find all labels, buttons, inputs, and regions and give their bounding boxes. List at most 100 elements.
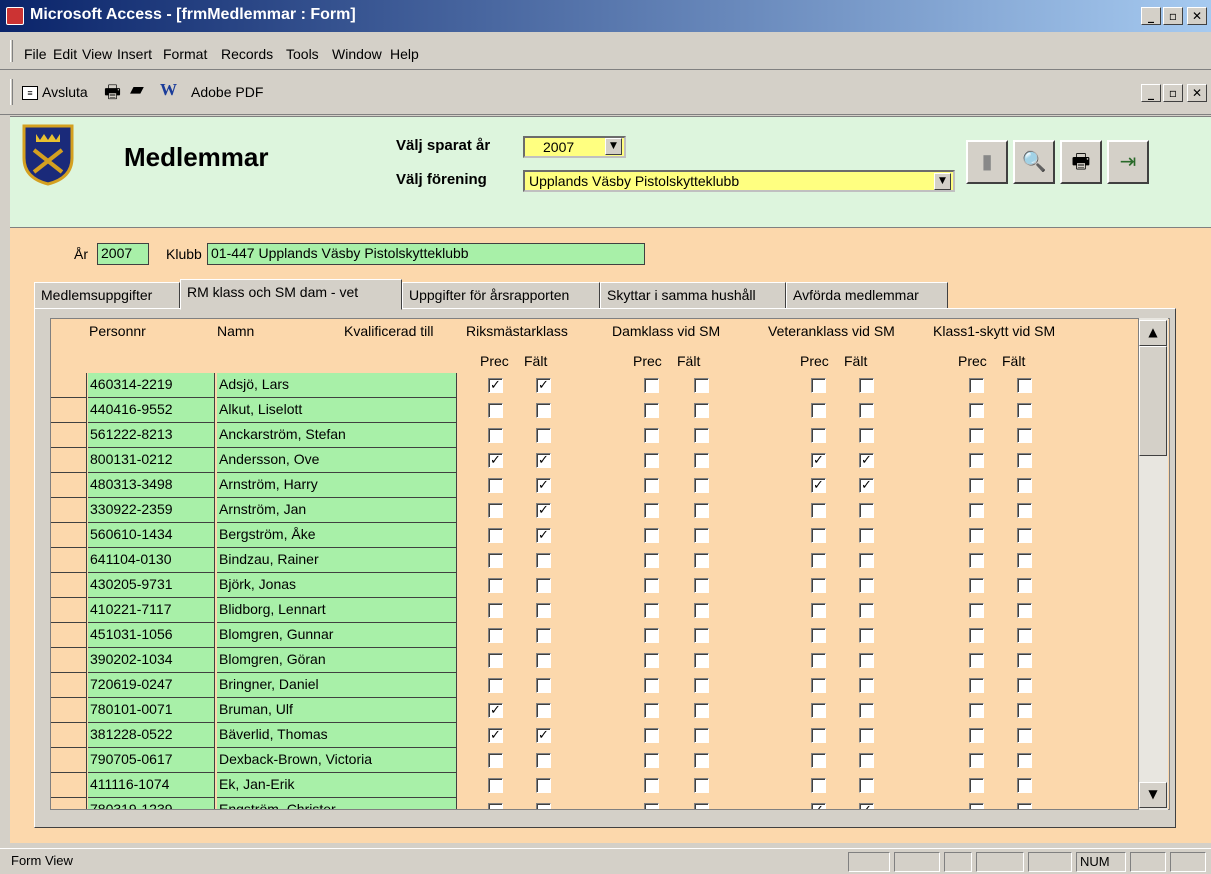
checkbox[interactable] xyxy=(644,803,659,809)
checkbox[interactable] xyxy=(811,428,826,443)
record-selector[interactable] xyxy=(51,598,87,623)
checkbox[interactable]: ✓ xyxy=(536,728,551,743)
checkbox[interactable] xyxy=(644,553,659,568)
checkbox[interactable] xyxy=(644,378,659,393)
menu-records[interactable]: Records xyxy=(221,46,273,62)
checkbox[interactable] xyxy=(969,628,984,643)
checkbox[interactable]: ✓ xyxy=(811,803,826,809)
checkbox[interactable] xyxy=(969,453,984,468)
checkbox[interactable] xyxy=(1017,603,1032,618)
record-selector[interactable] xyxy=(51,648,87,673)
checkbox[interactable] xyxy=(694,378,709,393)
checkbox[interactable] xyxy=(536,703,551,718)
checkbox[interactable] xyxy=(694,653,709,668)
checkbox[interactable]: ✓ xyxy=(811,478,826,493)
cell-namn[interactable]: Alkut, Liselott xyxy=(217,398,457,423)
doc-close-icon[interactable]: ✕ xyxy=(1187,84,1207,102)
checkbox[interactable] xyxy=(859,753,874,768)
checkbox[interactable] xyxy=(811,628,826,643)
record-selector[interactable] xyxy=(51,398,87,423)
print-preview-icon[interactable]: 🔍 xyxy=(1013,140,1055,184)
checkbox[interactable]: ✓ xyxy=(536,378,551,393)
cell-personnr[interactable]: 560610-1434 xyxy=(88,523,215,548)
checkbox[interactable] xyxy=(488,403,503,418)
cell-personnr[interactable]: 430205-9731 xyxy=(88,573,215,598)
checkbox[interactable] xyxy=(488,478,503,493)
checkbox[interactable] xyxy=(1017,728,1032,743)
menu-format[interactable]: Format xyxy=(163,46,207,62)
checkbox[interactable] xyxy=(644,403,659,418)
checkbox[interactable] xyxy=(644,703,659,718)
checkbox[interactable] xyxy=(1017,378,1032,393)
cell-personnr[interactable]: 720619-0247 xyxy=(88,673,215,698)
tab-rm-klass[interactable]: RM klass och SM dam - vet xyxy=(180,279,402,310)
record-selector[interactable] xyxy=(51,523,87,548)
cell-namn[interactable]: Blomgren, Gunnar xyxy=(217,623,457,648)
record-selector[interactable] xyxy=(51,748,87,773)
checkbox[interactable] xyxy=(694,403,709,418)
checkbox[interactable] xyxy=(1017,678,1032,693)
checkbox[interactable]: ✓ xyxy=(859,803,874,809)
checkbox[interactable] xyxy=(1017,553,1032,568)
checkbox[interactable] xyxy=(694,553,709,568)
cell-namn[interactable]: Ek, Jan-Erik xyxy=(217,773,457,798)
cell-personnr[interactable]: 440416-9552 xyxy=(88,398,215,423)
checkbox[interactable] xyxy=(536,778,551,793)
checkbox[interactable] xyxy=(1017,703,1032,718)
checkbox[interactable] xyxy=(969,503,984,518)
cell-namn[interactable]: Adsjö, Lars xyxy=(217,373,457,398)
checkbox[interactable] xyxy=(859,728,874,743)
checkbox[interactable] xyxy=(488,528,503,543)
record-selector[interactable] xyxy=(51,773,87,798)
checkbox[interactable]: ✓ xyxy=(536,528,551,543)
detail-club-field[interactable]: 01-447 Upplands Väsby Pistolskytteklubb xyxy=(207,243,645,265)
checkbox[interactable] xyxy=(644,478,659,493)
checkbox[interactable] xyxy=(859,428,874,443)
cell-namn[interactable]: Bäverlid, Thomas xyxy=(217,723,457,748)
checkbox[interactable]: ✓ xyxy=(536,453,551,468)
record-selector[interactable] xyxy=(51,423,87,448)
checkbox[interactable] xyxy=(488,603,503,618)
checkbox[interactable] xyxy=(488,753,503,768)
cell-namn[interactable]: Arnström, Harry xyxy=(217,473,457,498)
avsluta-button[interactable]: Avsluta xyxy=(42,84,88,100)
checkbox[interactable] xyxy=(488,628,503,643)
checkbox[interactable] xyxy=(859,378,874,393)
checkbox[interactable] xyxy=(694,528,709,543)
checkbox[interactable] xyxy=(694,603,709,618)
menu-file[interactable]: File xyxy=(24,46,47,62)
checkbox[interactable] xyxy=(1017,578,1032,593)
checkbox[interactable]: ✓ xyxy=(811,453,826,468)
checkbox[interactable] xyxy=(811,403,826,418)
record-selector[interactable] xyxy=(51,723,87,748)
record-selector[interactable] xyxy=(51,623,87,648)
checkbox[interactable] xyxy=(536,428,551,443)
checkbox[interactable] xyxy=(488,778,503,793)
checkbox[interactable] xyxy=(694,478,709,493)
save-disabled-icon[interactable]: ▮ xyxy=(966,140,1008,184)
checkbox[interactable] xyxy=(1017,478,1032,493)
checkbox[interactable] xyxy=(859,778,874,793)
checkbox[interactable] xyxy=(694,753,709,768)
checkbox[interactable]: ✓ xyxy=(536,478,551,493)
cell-personnr[interactable]: 561222-8213 xyxy=(88,423,215,448)
doc-minimize-icon[interactable]: _ xyxy=(1141,84,1161,102)
word-icon[interactable]: W xyxy=(160,80,177,100)
checkbox[interactable] xyxy=(1017,778,1032,793)
checkbox[interactable] xyxy=(1017,803,1032,809)
checkbox[interactable] xyxy=(694,428,709,443)
checkbox[interactable] xyxy=(969,728,984,743)
checkbox[interactable] xyxy=(644,628,659,643)
record-selector[interactable] xyxy=(51,373,87,398)
checkbox[interactable]: ✓ xyxy=(488,378,503,393)
cell-personnr[interactable]: 411116-1074 xyxy=(88,773,215,798)
checkbox[interactable] xyxy=(536,653,551,668)
checkbox[interactable] xyxy=(859,403,874,418)
cell-personnr[interactable]: 381228-0522 xyxy=(88,723,215,748)
checkbox[interactable] xyxy=(859,503,874,518)
checkbox[interactable] xyxy=(536,678,551,693)
checkbox[interactable] xyxy=(644,778,659,793)
cell-personnr[interactable]: 800131-0212 xyxy=(88,448,215,473)
cell-namn[interactable]: Blomgren, Göran xyxy=(217,648,457,673)
checkbox[interactable] xyxy=(694,803,709,809)
